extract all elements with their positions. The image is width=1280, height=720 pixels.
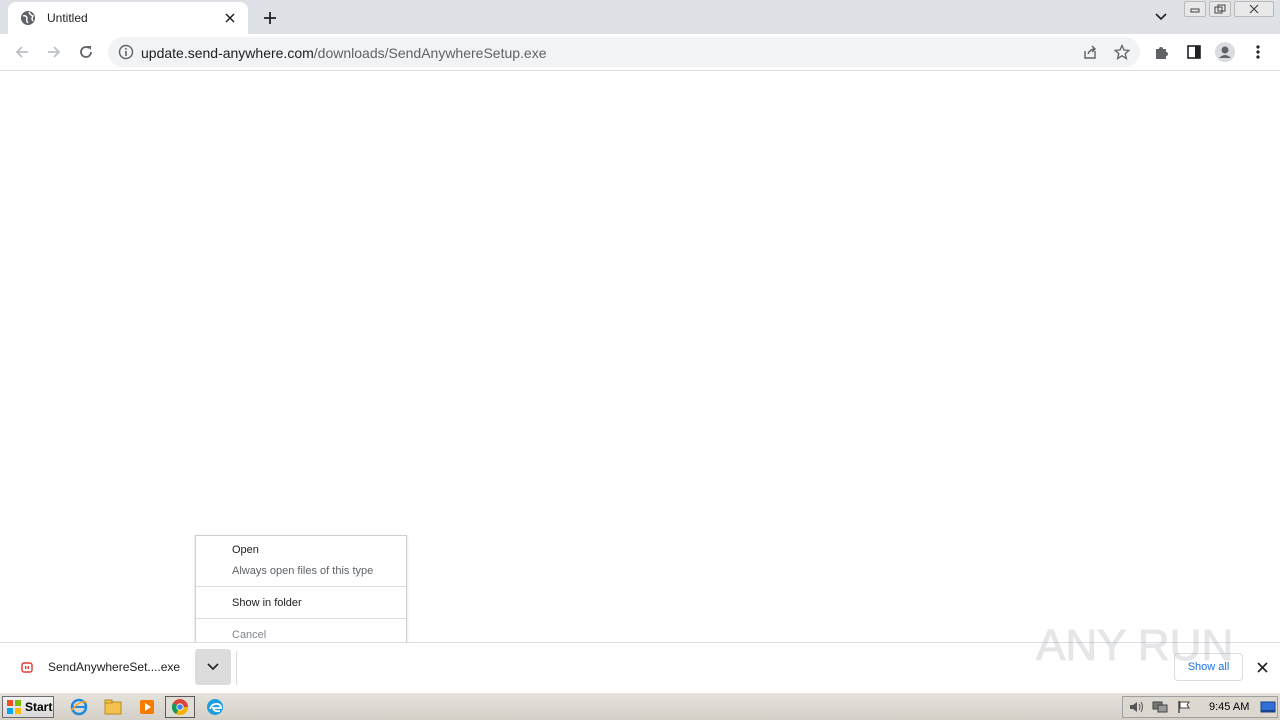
site-info-icon[interactable] bbox=[118, 44, 134, 60]
url-path: /downloads/SendAnywhereSetup.exe bbox=[313, 45, 547, 61]
new-tab-button[interactable] bbox=[258, 6, 282, 30]
restore-button[interactable] bbox=[1209, 1, 1231, 17]
reload-button[interactable] bbox=[74, 40, 98, 64]
shelf-divider bbox=[236, 651, 237, 685]
tab-untitled[interactable]: Untitled bbox=[8, 2, 248, 34]
url-host: update.send-anywhere.com bbox=[141, 45, 314, 61]
profile-avatar-icon[interactable] bbox=[1215, 42, 1235, 62]
tab-title: Untitled bbox=[47, 11, 88, 25]
side-panel-icon[interactable] bbox=[1184, 42, 1204, 62]
window-close-button[interactable] bbox=[1234, 1, 1274, 17]
download-context-menu: Open Always open files of this type Show… bbox=[195, 535, 407, 649]
browser-toolbar: update.send-anywhere.com/downloads/SendA… bbox=[0, 34, 1280, 71]
download-options-button[interactable] bbox=[195, 649, 231, 685]
tab-strip: Untitled bbox=[0, 0, 1280, 34]
reload-icon bbox=[80, 46, 92, 58]
url-text: update.send-anywhere.com/downloads/SendA… bbox=[141, 45, 547, 61]
tab-close-icon[interactable] bbox=[222, 10, 238, 26]
windows-logo-icon bbox=[7, 700, 21, 714]
taskbar-clock[interactable]: 9:45 AM bbox=[1209, 701, 1249, 713]
chrome-taskbar-icon[interactable] bbox=[165, 696, 195, 718]
bookmark-star-icon[interactable] bbox=[1113, 43, 1131, 61]
extensions-puzzle-icon[interactable] bbox=[1152, 42, 1172, 62]
media-player-icon[interactable] bbox=[136, 697, 158, 717]
tab-search-chevron-icon[interactable] bbox=[1150, 6, 1172, 28]
chevron-down-icon bbox=[207, 663, 219, 671]
back-arrow-icon bbox=[15, 46, 28, 58]
forward-arrow-icon bbox=[48, 46, 61, 58]
download-item[interactable]: SendAnywhereSet....exe bbox=[10, 649, 195, 685]
internet-explorer-icon[interactable] bbox=[68, 697, 90, 717]
minimize-button[interactable] bbox=[1184, 1, 1206, 17]
menu-separator bbox=[196, 618, 406, 619]
menu-item-cancel[interactable]: Cancel bbox=[232, 629, 266, 641]
menu-item-open[interactable]: Open bbox=[232, 544, 259, 556]
system-tray: 9:45 AM bbox=[1122, 696, 1278, 718]
forward-button[interactable] bbox=[42, 40, 66, 64]
download-file-name: SendAnywhereSet....exe bbox=[48, 660, 181, 674]
download-file-icon bbox=[20, 660, 34, 674]
globe-icon bbox=[20, 10, 36, 26]
network-icon[interactable] bbox=[1151, 699, 1169, 715]
back-button[interactable] bbox=[10, 40, 34, 64]
menu-item-show-in-folder[interactable]: Show in folder bbox=[232, 597, 302, 609]
menu-item-always-open[interactable]: Always open files of this type bbox=[232, 565, 373, 577]
start-label: Start bbox=[25, 700, 53, 714]
action-center-flag-icon[interactable] bbox=[1175, 699, 1193, 715]
watermark-text: ANY RUN bbox=[1036, 621, 1233, 670]
volume-icon[interactable] bbox=[1127, 699, 1145, 715]
edge-icon[interactable] bbox=[204, 697, 226, 717]
address-bar[interactable]: update.send-anywhere.com/downloads/SendA… bbox=[108, 37, 1140, 67]
show-desktop-icon[interactable] bbox=[1259, 699, 1277, 715]
more-menu-icon[interactable] bbox=[1248, 42, 1268, 62]
start-button[interactable]: Start bbox=[2, 696, 54, 718]
file-explorer-icon[interactable] bbox=[102, 697, 124, 717]
menu-separator bbox=[196, 586, 406, 587]
share-icon[interactable] bbox=[1081, 43, 1099, 61]
shelf-close-icon[interactable] bbox=[1252, 657, 1272, 677]
taskbar: Start 9:45 AM bbox=[0, 692, 1280, 720]
anyrun-watermark: ANY RUN bbox=[1036, 606, 1236, 671]
page-content bbox=[0, 72, 1280, 642]
